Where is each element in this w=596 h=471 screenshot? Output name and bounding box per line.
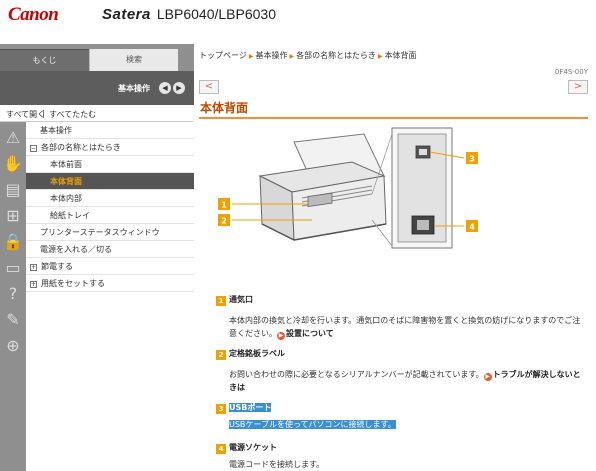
document-icon[interactable]: ▭ — [3, 258, 23, 278]
sidebar-tabs: もくじ 検索 — [0, 49, 194, 71]
next-page-button[interactable]: > — [568, 80, 588, 94]
part-item: 3 USBポート USBケーブルを使ってパソコンに接続します。 — [216, 402, 588, 431]
link-arrow-icon: ▶ — [483, 373, 492, 381]
part-title: 定格銘板ラベル — [229, 349, 285, 358]
part-desc: お問い合わせの際に必要となるシリアルナンバーが記載されています。 ▶ トラブルが解決… — [229, 370, 581, 392]
part-title: 電源ソケット — [229, 443, 277, 452]
printer-rear-illustration: 1 2 3 4 — [212, 124, 492, 272]
topic-next-button[interactable]: ▶ — [173, 82, 185, 94]
toc-item-power-saving[interactable]: + 節電する — [26, 258, 194, 275]
link-installation[interactable]: 設置について — [286, 329, 334, 338]
callout-3: 3 — [469, 155, 475, 164]
warning-icon[interactable]: ⚠ — [3, 128, 23, 148]
lock-icon[interactable]: 🔒 — [3, 232, 23, 252]
part-desc: 本体内部の換気と冷却を行います。通気口のそばに障害物を置くと換気の妨げになります… — [229, 316, 581, 340]
chevron-right-icon: ▶ — [248, 53, 254, 60]
toc-item-front[interactable]: 本体前面 — [26, 156, 194, 173]
part-number: 2 — [216, 350, 226, 360]
chevron-right-icon: ▶ — [377, 53, 383, 60]
canon-logo: Canon — [8, 4, 59, 25]
expand-all-link[interactable]: すべて開く — [6, 109, 45, 120]
toc-item-status-window[interactable]: プリンターステータスウィンドウ — [26, 224, 194, 241]
tab-search[interactable]: 検索 — [89, 49, 178, 71]
page-title: 本体背面 — [200, 101, 249, 115]
part-desc: 電源コードを接続します。 — [229, 460, 325, 469]
part-desc: USBケーブルを使ってパソコンに接続します。 — [229, 420, 396, 429]
expand-box-icon[interactable]: + — [30, 281, 37, 288]
expand-box-icon[interactable]: + — [30, 264, 37, 271]
callout-2: 2 — [221, 217, 227, 226]
breadcrumb: トップページ ▶ 基本操作 ▶ 各部の名称とはたらき ▶ 本体背面 — [199, 50, 417, 61]
breadcrumb-item[interactable]: トップページ — [199, 51, 247, 60]
part-item: 2 定格銘板ラベル お問い合わせの際に必要となるシリアルナンバーが記載されています… — [216, 348, 588, 394]
part-title: 通気口 — [229, 295, 253, 304]
toc-item-inside[interactable]: 本体内部 — [26, 190, 194, 207]
title-divider — [199, 117, 588, 119]
breadcrumb-item[interactable]: 基本操作 — [255, 51, 287, 60]
toc-tree: 基本操作 − 各部の名称とはたらき 本体前面 本体背面 本体内部 給紙トレイ プリ… — [26, 122, 194, 471]
header: Canon Satera LBP6040/LBP6030 — [0, 0, 596, 44]
printer-icon[interactable]: ▤ — [3, 180, 23, 200]
category-icon-bar: ⚠ ✋ ▤ ⊞ 🔒 ▭ ? ✎ ⊕ — [0, 122, 26, 471]
collapse-all-link[interactable]: すべてたたむ — [49, 109, 96, 120]
plus-circle-icon[interactable]: ⊕ — [3, 336, 23, 356]
callout-4: 4 — [469, 223, 475, 232]
toc-item-back[interactable]: 本体背面 — [26, 173, 194, 190]
part-item: 1 通気口 本体内部の換気と冷却を行います。通気口のそばに障害物を置くと換気の妨げ… — [216, 294, 588, 340]
toc-item-power[interactable]: 電源を入れる／切る — [26, 241, 194, 258]
printer-diagram: 1 2 3 4 — [218, 127, 478, 249]
prev-page-button[interactable]: < — [199, 80, 219, 94]
topic-prev-button[interactable]: ◀ — [159, 82, 171, 94]
product-title: Satera LBP6040/LBP6030 — [102, 6, 276, 23]
network-icon[interactable]: ⊞ — [3, 206, 23, 226]
toc-item-basic[interactable]: 基本操作 — [26, 122, 194, 139]
help-icon[interactable]: ? — [3, 284, 23, 304]
toc-item-paper[interactable]: + 用紙をセットする — [26, 275, 194, 292]
chevron-right-icon: ▶ — [289, 53, 295, 60]
expand-separator: | — [42, 109, 45, 118]
tab-toc[interactable]: もくじ — [0, 49, 89, 71]
topic-bar: 基本操作 ◀ ▶ — [0, 71, 194, 105]
breadcrumb-item[interactable]: 各部の名称とはたらき — [296, 51, 376, 60]
toc-item-parts[interactable]: − 各部の名称とはたらき — [26, 139, 194, 156]
toc-item-tray[interactable]: 給紙トレイ — [26, 207, 194, 224]
link-arrow-icon: ▶ — [277, 332, 285, 340]
collapse-box-icon[interactable]: − — [30, 145, 37, 152]
part-item: 4 電源ソケット 電源コードを接続します。 — [216, 442, 588, 471]
topic-title: 基本操作 — [118, 84, 150, 93]
part-number: 1 — [216, 296, 226, 306]
sidebar: もくじ 検索 基本操作 ◀ ▶ すべて開く | すべてたたむ ⚠ ✋ ▤ ⊞ 🔒… — [0, 44, 194, 471]
expand-bar: すべて開く | すべてたたむ — [0, 105, 194, 122]
product-model: LBP6040/LBP6030 — [156, 6, 276, 22]
doc-id: 0F4S-00Y — [554, 68, 588, 76]
wrench-icon[interactable]: ✎ — [3, 310, 23, 330]
breadcrumb-current: 本体背面 — [384, 51, 417, 60]
part-number: 4 — [216, 444, 226, 454]
callout-1: 1 — [221, 201, 227, 210]
hand-icon[interactable]: ✋ — [3, 154, 23, 174]
part-number: 3 — [216, 404, 226, 414]
product-line: Satera — [102, 6, 151, 23]
part-title: USBポート — [229, 403, 272, 412]
